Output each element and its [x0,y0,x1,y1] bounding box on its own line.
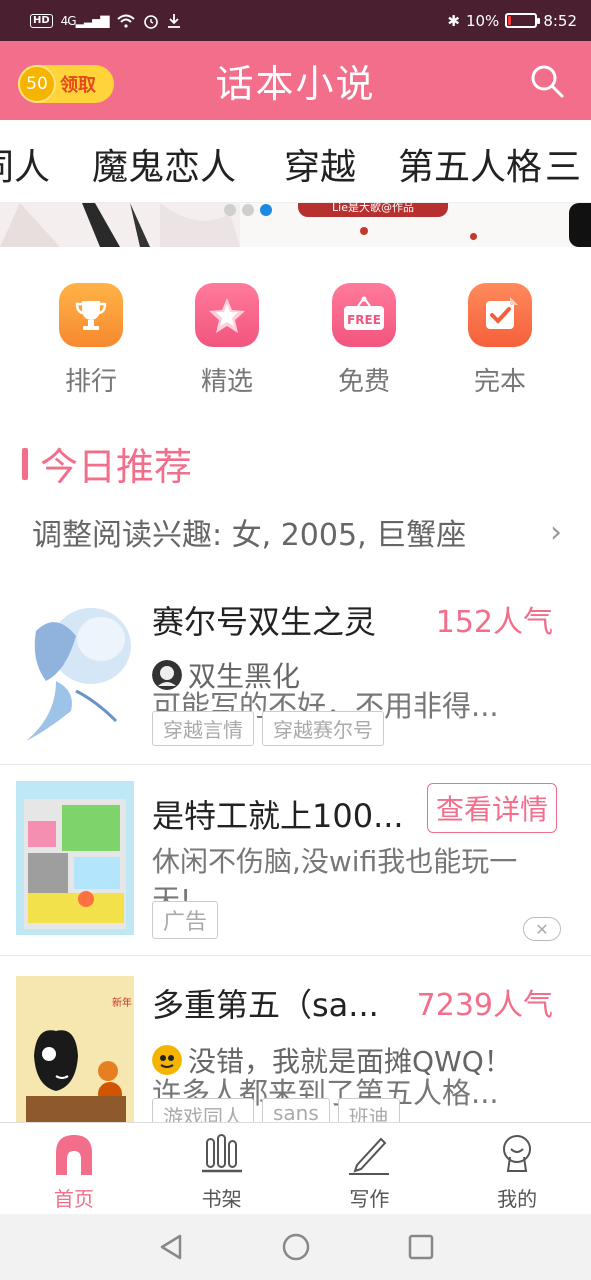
nav-label: 书架 [201,1187,242,1211]
category-tabs: 同人 魔鬼恋人 穿越 第五人格 三 [0,120,591,203]
app-header: 50 领取 话本小说 [0,41,591,120]
nav-write[interactable]: 写作 [296,1123,444,1214]
book-tag[interactable]: sans [262,1098,330,1122]
check-badge-icon [468,283,532,347]
recent-apps-icon[interactable] [408,1234,434,1260]
bluetooth-icon: ✱ [447,11,460,30]
nav-label: 首页 [53,1187,94,1211]
quick-entry-rank[interactable]: 排行 [41,283,141,398]
chevron-right-icon: › [550,514,562,550]
app-title: 话本小说 [215,62,376,106]
carousel-dot[interactable] [242,204,254,216]
nav-profile[interactable]: 我的 [443,1123,591,1214]
alarm-icon [143,14,158,29]
banner-carousel[interactable]: Lie是大歌@作品 [0,203,591,247]
nav-label: 写作 [349,1187,390,1211]
hd-badge: HD [30,13,53,28]
claim-label: 领取 [60,75,96,96]
system-nav-bar [0,1214,591,1280]
banner-spot [360,227,368,235]
book-tag[interactable]: 穿越赛尔号 [262,711,384,746]
ad-card[interactable]: 是特工就上100... 查看详情 休闲不伤脑,没wifi我也能玩一天! 广告 ✕ [0,765,591,956]
category-tab[interactable]: 魔鬼恋人 [92,138,236,190]
quick-entry-label: 精选 [200,367,253,397]
star-icon [195,283,259,347]
book-card[interactable]: 赛尔号双生之灵 152人气 双生黑化 可能写的不好，不用非得... 穿越言情 穿… [0,575,591,765]
book-title: 多重第五（sa... [152,986,379,1024]
battery-text: 10% [465,11,500,30]
book-tags: 穿越言情 穿越赛尔号 [152,711,384,746]
section-header: 今日推荐 [22,436,192,491]
book-card[interactable]: 新年 多重第五（sa... 7239人气 没错，我就是面摊QWQ！ 许多人都来到… [0,956,591,1122]
book-popularity: 7239人气 [416,988,553,1023]
book-cover: 新年 [16,976,134,1122]
category-tab[interactable]: 同人 [0,138,50,190]
banner-spot [470,233,477,240]
ad-image [16,781,134,935]
battery-fill [508,16,512,25]
category-tab[interactable]: 穿越 [284,138,356,190]
clock: 8:52 [543,11,577,30]
quick-entry-completed[interactable]: 完本 [450,283,550,398]
free-tag-icon: FREE [332,283,396,347]
svg-text:新年: 新年 [112,996,132,1009]
coin-icon: 50 [18,65,56,103]
section-accent-bar [22,447,28,480]
banner-illustration [0,203,240,247]
view-details-button[interactable]: 查看详情 [426,783,557,833]
book-title: 赛尔号双生之灵 [152,603,377,641]
book-tag[interactable]: 班迪 [337,1098,400,1122]
search-icon[interactable] [529,63,565,99]
reading-interest-row[interactable]: 调整阅读兴趣: 女, 2005, 巨蟹座 › [32,510,562,554]
network-type: 4G [60,13,77,28]
quick-entry-row: 排行 精选 FREE 免费 完本 [0,283,591,403]
coin-count: 50 [26,74,48,94]
wifi-icon [116,14,135,28]
back-icon[interactable] [158,1233,184,1261]
category-tab[interactable]: 三 [545,138,581,190]
quick-entry-featured[interactable]: 精选 [177,283,277,398]
bottom-nav: 首页 书架 写作 我的 [0,1122,591,1214]
home-icon [55,1135,92,1175]
status-bar: HD 4G▂▃▅▇ ✱ 10% 8:52 [0,0,591,41]
book-tags: 游戏同人 sans 班迪 [152,1098,400,1122]
trophy-icon [59,283,123,347]
nav-bookshelf[interactable]: 书架 [148,1123,296,1214]
banner-caption: Lie是大歌@作品 [298,203,448,217]
carousel-dot-active[interactable] [260,204,272,216]
category-tab[interactable]: 第五人格 [398,138,542,190]
book-cover [16,591,134,747]
nav-label: 我的 [497,1187,538,1211]
bookshelf-icon [201,1134,242,1173]
download-icon [167,13,180,28]
nav-home[interactable]: 首页 [0,1123,148,1214]
book-tag[interactable]: 穿越言情 [152,711,254,746]
quick-entry-label: 完本 [473,367,526,397]
close-icon[interactable]: ✕ [523,917,561,941]
book-tag[interactable]: 游戏同人 [152,1098,254,1122]
carousel-dots [224,204,272,216]
ad-title: 是特工就上100... [152,797,404,835]
quick-entry-label: 排行 [64,367,117,397]
section-title: 今日推荐 [40,445,193,489]
quick-entry-free[interactable]: FREE 免费 [314,283,414,398]
svg-text:FREE: FREE [347,313,381,327]
home-circle-icon[interactable] [282,1233,310,1261]
quick-entry-label: 免费 [337,367,390,397]
signal-icon: 4G▂▃▅▇ [60,13,110,28]
coin-claim-button[interactable]: 50 领取 [18,65,114,103]
book-popularity: 152人气 [435,605,553,640]
banner-next-slide [569,203,591,247]
pen-icon [349,1137,390,1175]
carousel-dot[interactable] [224,204,236,216]
status-right: ✱ 10% 8:52 [447,12,577,30]
reading-interest-text: 调整阅读兴趣: 女, 2005, 巨蟹座 [32,518,467,553]
status-left: HD 4G▂▃▅▇ [30,13,181,29]
battery-icon [505,13,541,28]
ad-badge: 广告 [152,901,219,939]
profile-icon [503,1135,532,1172]
